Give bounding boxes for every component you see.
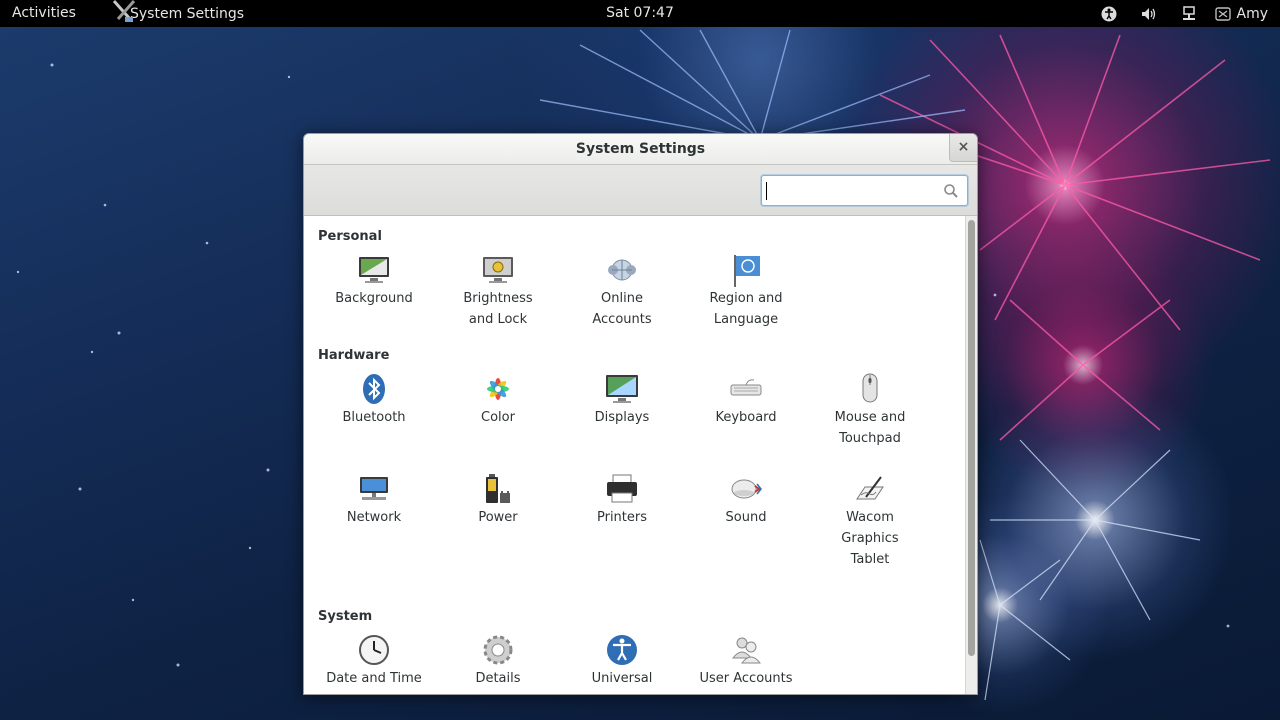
online-accounts-icon [608,259,636,281]
vertical-scrollbar[interactable] [965,216,977,694]
item-label: Printers [596,510,648,525]
displays-icon [606,375,638,403]
keyboard-icon [730,379,762,396]
panel-item-brightness-lock[interactable]: Brightness and Lock [438,252,558,330]
panel-item-power[interactable]: Power [438,471,558,528]
search-icon[interactable] [943,183,959,199]
sound-icon [731,479,762,499]
accessibility-icon[interactable] [1101,6,1117,22]
panel-item-sound[interactable]: Sound [686,471,806,528]
item-label: Details [475,671,521,686]
item-label: Bluetooth [342,410,406,425]
color-icon [487,378,509,400]
item-label-line2: Touchpad [839,431,901,446]
user-menu[interactable]: Amy [1214,5,1269,22]
app-menu[interactable]: System Settings [110,0,244,27]
item-label: Region and [709,291,783,306]
universal-access-icon [607,635,637,665]
item-label: Date and Time [326,671,422,686]
user-name: Amy [1236,5,1269,22]
app-menu-label: System Settings [130,5,245,22]
section-title-personal: Personal [318,229,382,244]
window-title: System Settings [575,141,706,157]
item-label: Background [335,291,413,306]
panel-item-mouse-touchpad[interactable]: Mouse and Touchpad [810,371,930,449]
item-label: Brightness [463,291,533,306]
item-label: Power [478,510,518,525]
item-label: Displays [594,410,650,425]
item-label-line2: Language [713,312,779,327]
item-label: Mouse and [834,410,906,425]
system-settings-icon [112,0,136,22]
mouse-icon [862,373,878,403]
toolbar [304,165,977,216]
panel-item-universal-access[interactable]: Universal [562,632,682,689]
item-label: Keyboard [715,410,777,425]
power-battery-icon [486,474,510,503]
close-button[interactable]: × [949,134,977,162]
settings-window: System Settings × Personal Background Br… [303,133,978,695]
panel-item-date-time[interactable]: Date and Time [314,632,434,689]
item-label-line2: Graphics [841,531,899,546]
text-cursor [766,182,767,200]
panel-item-displays[interactable]: Displays [562,371,682,428]
network-icon[interactable] [1181,5,1197,22]
panel-item-keyboard[interactable]: Keyboard [686,371,806,428]
activities-button[interactable]: Activities [12,5,76,21]
item-label: Color [481,410,515,425]
background-icon [359,257,389,283]
region-flag-icon [734,255,760,287]
details-gear-icon [483,635,513,665]
panel-item-color[interactable]: Color [438,371,558,428]
item-label: Sound [725,510,767,525]
settings-panel-grid: Personal Background Brightness and Lock [304,216,966,694]
item-label-line2: and Lock [468,312,528,327]
status-area: Amy [1077,0,1269,27]
user-status-icon [1214,6,1231,21]
clock-icon [359,635,389,665]
wacom-tablet-icon [856,476,884,500]
item-label: Wacom [846,510,894,525]
brightness-lock-icon [483,257,513,283]
search-input[interactable] [766,179,936,202]
network-icon [360,477,388,500]
panel-item-online-accounts[interactable]: Online Accounts [562,252,682,330]
item-label: Online [601,291,643,306]
panel-item-wacom-tablet[interactable]: Wacom Graphics Tablet [810,471,930,570]
item-label: Network [346,510,402,525]
panel-item-region-language[interactable]: Region and Language [686,252,806,330]
search-field[interactable] [761,175,968,206]
bluetooth-icon [363,374,385,404]
panel-item-details[interactable]: Details [438,632,558,689]
item-label: Universal [591,671,653,686]
close-icon: × [957,139,970,155]
printer-icon [607,474,637,503]
item-label-line2: Accounts [592,312,652,327]
top-panel: Activities System Settings Sat 07:47 Amy [0,0,1280,27]
scrollbar-thumb[interactable] [968,220,975,656]
clock-label[interactable]: Sat 07:47 [606,5,674,21]
item-label-line3: Tablet [850,552,890,567]
panel-item-user-accounts[interactable]: User Accounts [686,632,806,689]
volume-icon[interactable] [1141,6,1157,22]
user-accounts-icon [731,637,762,664]
section-title-hardware: Hardware [318,348,390,363]
panel-item-bluetooth[interactable]: Bluetooth [314,371,434,428]
window-titlebar[interactable]: System Settings × [304,134,977,165]
panel-item-background[interactable]: Background [314,252,434,309]
panel-item-printers[interactable]: Printers [562,471,682,528]
panel-item-network[interactable]: Network [314,471,434,528]
item-label: User Accounts [699,671,793,686]
section-title-system: System [318,609,373,624]
